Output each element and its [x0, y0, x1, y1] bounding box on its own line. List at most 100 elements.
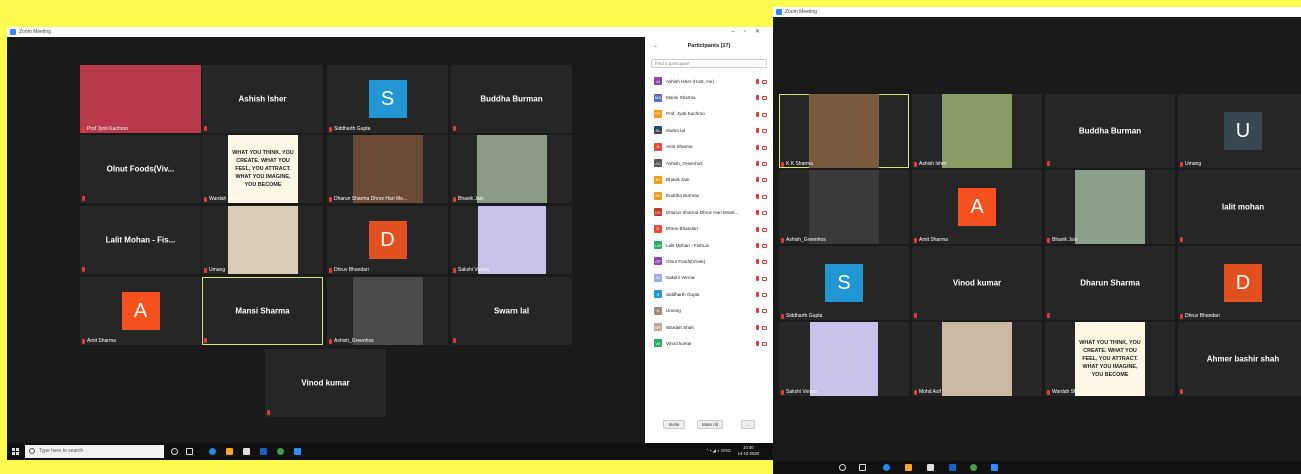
store-icon[interactable] [243, 448, 250, 455]
video-tile[interactable]: Bhavik Jain [1045, 170, 1175, 244]
taskbar-search-input[interactable]: Type here to search [25, 445, 164, 458]
participant-item[interactable]: WS Wardah Shah [645, 319, 773, 335]
video-off-icon[interactable] [762, 325, 767, 330]
mute-all-button[interactable]: Mute All [697, 420, 723, 429]
video-off-icon[interactable] [762, 276, 767, 281]
mic-muted-icon[interactable] [756, 226, 759, 232]
video-tile[interactable]: Umang [202, 206, 323, 274]
video-tile[interactable]: Olnut Foods(Viv... [80, 135, 201, 203]
file-explorer-icon[interactable] [226, 448, 233, 455]
video-tile[interactable]: D Dhruv Bhandari [1178, 246, 1301, 320]
mic-muted-icon[interactable] [756, 210, 759, 216]
mic-muted-icon[interactable] [756, 275, 759, 281]
video-off-icon[interactable] [762, 161, 767, 166]
mic-muted-icon[interactable] [756, 193, 759, 199]
video-tile[interactable]: WHAT YOU THINK, YOU CREATE. WHAT YOU FEE… [202, 135, 323, 203]
participant-item[interactable]: LM Lalit Mohan - FishLai [645, 237, 773, 253]
video-tile[interactable]: Lalit Mohan - Fis... [80, 206, 201, 274]
video-tile[interactable]: Dharun Sharma [1045, 246, 1175, 320]
mic-muted-icon[interactable] [756, 144, 759, 150]
video-off-icon[interactable] [762, 227, 767, 232]
video-tile[interactable]: Prof Jyoti Kachroo [80, 65, 201, 133]
participant-item[interactable]: SV Sakshi Verma [645, 270, 773, 286]
video-tile[interactable]: Buddha Burman [451, 65, 572, 133]
video-tile[interactable]: Swarn lal [451, 277, 572, 345]
video-off-icon[interactable] [762, 96, 767, 101]
video-tile[interactable]: A Amit Sharma [912, 170, 1042, 244]
chrome-icon[interactable] [970, 464, 977, 471]
video-off-icon[interactable] [762, 342, 767, 347]
video-off-icon[interactable] [762, 293, 767, 298]
edge-icon[interactable] [209, 448, 216, 455]
video-off-icon[interactable] [762, 211, 767, 216]
video-tile[interactable]: Sakshi Verma [451, 206, 572, 274]
video-tile[interactable]: Buddha Burman [1045, 94, 1175, 168]
task-view-icon[interactable] [859, 464, 866, 471]
participant-item[interactable]: U Umang [645, 302, 773, 318]
video-tile[interactable]: A Amit Sharma [80, 277, 201, 345]
mic-muted-icon[interactable] [756, 177, 759, 183]
video-tile[interactable]: Ashish_Greenhos [327, 277, 448, 345]
store-icon[interactable] [927, 464, 934, 471]
video-tile[interactable]: K K Sharma [779, 94, 909, 168]
mic-muted-icon[interactable] [756, 308, 759, 314]
participant-item[interactable]: S Siddharth Gupta [645, 286, 773, 302]
video-off-icon[interactable] [762, 309, 767, 314]
task-view-icon[interactable] [186, 448, 193, 455]
video-tile[interactable]: Bhavik Jain [451, 135, 572, 203]
video-tile[interactable]: Ashish Isher [202, 65, 323, 133]
video-tile[interactable]: Vinod kumar [912, 246, 1042, 320]
video-tile[interactable]: Sakshi Verma [779, 322, 909, 396]
participant-item[interactable]: PK Prof. Jyoti Kachroo [645, 106, 773, 122]
participant-item[interactable]: OF Olnut Foods(Vivek) [645, 253, 773, 269]
cortana-icon[interactable] [839, 464, 846, 471]
file-explorer-icon[interactable] [905, 464, 912, 471]
system-tray[interactable]: ^ ▪ ◢ ◐ ENG [706, 448, 731, 454]
window-controls[interactable]: –▫✕ [732, 28, 770, 35]
video-tile[interactable]: Vinod kumar [265, 349, 386, 417]
video-tile[interactable]: Mansi Sharma [202, 277, 323, 345]
video-off-icon[interactable] [762, 129, 767, 134]
participant-item[interactable]: A Amit Sharma [645, 139, 773, 155]
chrome-icon[interactable] [277, 448, 284, 455]
video-tile[interactable]: Dharun Sharma Dhruv Hari Mo... [327, 135, 448, 203]
mic-muted-icon[interactable] [756, 259, 759, 265]
video-off-icon[interactable] [762, 260, 767, 265]
mic-muted-icon[interactable] [756, 79, 759, 84]
edge-icon[interactable] [883, 464, 890, 471]
video-off-icon[interactable] [762, 194, 767, 199]
mic-muted-icon[interactable] [756, 160, 759, 166]
video-tile[interactable]: Ashish_Greenhos [779, 170, 909, 244]
mail-icon[interactable] [260, 448, 267, 455]
participant-item[interactable]: VK Vinod kumar [645, 335, 773, 351]
invite-button[interactable]: Invite [663, 420, 685, 429]
video-tile[interactable]: Ashish Isher [912, 94, 1042, 168]
zoom-taskbar-icon[interactable] [991, 464, 998, 471]
video-tile[interactable]: U Umang [1178, 94, 1301, 168]
windows-start-icon[interactable] [12, 448, 19, 455]
video-tile[interactable]: lalit mohan [1178, 170, 1301, 244]
video-tile[interactable]: S Siddharth Gupta [327, 65, 448, 133]
video-tile[interactable]: WHAT YOU THINK, YOU CREATE. WHAT YOU FEE… [1045, 322, 1175, 396]
video-tile[interactable]: Mohd Asif [912, 322, 1042, 396]
participant-item[interactable]: D Dhruv Bhandari [645, 221, 773, 237]
video-off-icon[interactable] [762, 112, 767, 117]
zoom-taskbar-icon[interactable] [294, 448, 301, 455]
video-off-icon[interactable] [762, 80, 767, 84]
taskbar-clock[interactable]: 10:40 14-10-2020 [738, 445, 759, 457]
mic-muted-icon[interactable] [756, 95, 759, 101]
mic-muted-icon[interactable] [756, 324, 759, 330]
mic-muted-icon[interactable] [756, 292, 759, 298]
participant-item[interactable]: AI Ashish Isher (Host, me) [645, 73, 773, 89]
mic-muted-icon[interactable] [756, 341, 759, 347]
mail-icon[interactable] [949, 464, 956, 471]
mic-muted-icon[interactable] [756, 128, 759, 134]
video-tile[interactable]: D Dhruv Bhandari [327, 206, 448, 274]
video-tile[interactable]: S Siddharth Gupta [779, 246, 909, 320]
participant-item[interactable]: DS Dharun Sharma Dhruv Hari Motel... [645, 204, 773, 220]
mic-muted-icon[interactable] [756, 242, 759, 248]
participant-search-input[interactable]: Find a participant [651, 59, 767, 68]
participant-item[interactable]: BJ Bhavik Jain [645, 171, 773, 187]
more-button[interactable]: ... [741, 420, 755, 429]
cortana-icon[interactable] [171, 448, 178, 455]
